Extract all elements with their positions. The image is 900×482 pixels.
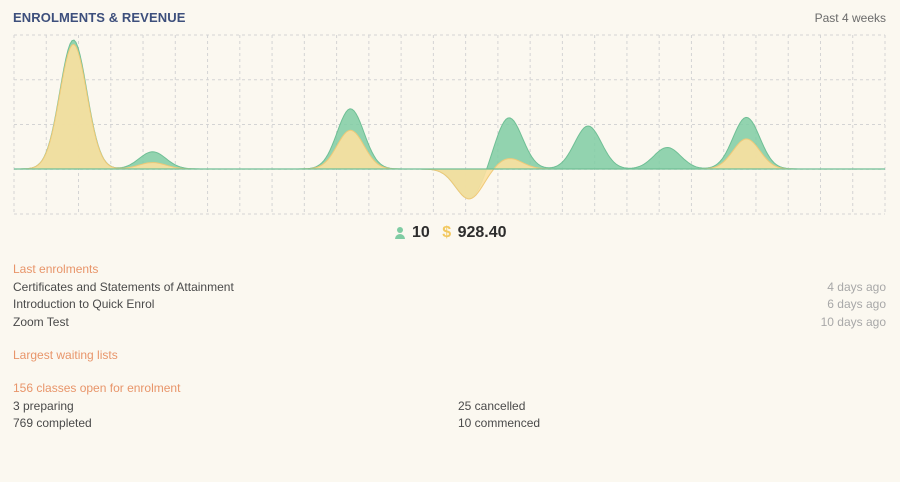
header: ENROLMENTS & REVENUE Past 4 weeks — [13, 10, 886, 28]
enrolment-name[interactable]: Certificates and Statements of Attainmen… — [13, 280, 234, 294]
last-enrolments-title: Last enrolments — [13, 262, 99, 276]
revenue-area — [14, 43, 885, 200]
widget-title: ENROLMENTS & REVENUE — [13, 10, 186, 25]
preparing-count: 3 preparing — [13, 399, 74, 413]
enrolment-time: 4 days ago — [827, 280, 886, 294]
person-icon — [394, 226, 406, 240]
enrolments-revenue-chart — [13, 34, 886, 215]
completed-count: 769 completed — [13, 416, 92, 430]
waiting-lists-title: Largest waiting lists — [13, 348, 118, 362]
enrolments-total: 10 — [411, 224, 430, 241]
enrolment-name[interactable]: Zoom Test — [13, 315, 69, 329]
revenue-total: 928.40 — [457, 224, 507, 241]
cancelled-count: 25 cancelled — [458, 399, 526, 413]
list-item[interactable]: Certificates and Statements of Attainmen… — [13, 280, 886, 296]
enrolment-time: 10 days ago — [820, 315, 886, 329]
enrolment-time: 6 days ago — [827, 297, 886, 311]
list-item[interactable]: Zoom Test 10 days ago — [13, 315, 886, 331]
commenced-count: 10 commenced — [458, 416, 541, 430]
dollar-icon: $ — [442, 224, 452, 241]
enrolment-name[interactable]: Introduction to Quick Enrol — [13, 297, 154, 311]
period-label: Past 4 weeks — [814, 11, 886, 25]
totals: 10 $ 928.40 — [0, 224, 900, 242]
list-item[interactable]: Introduction to Quick Enrol 6 days ago — [13, 297, 886, 313]
classes-open-title[interactable]: 156 classes open for enrolment — [13, 381, 180, 395]
